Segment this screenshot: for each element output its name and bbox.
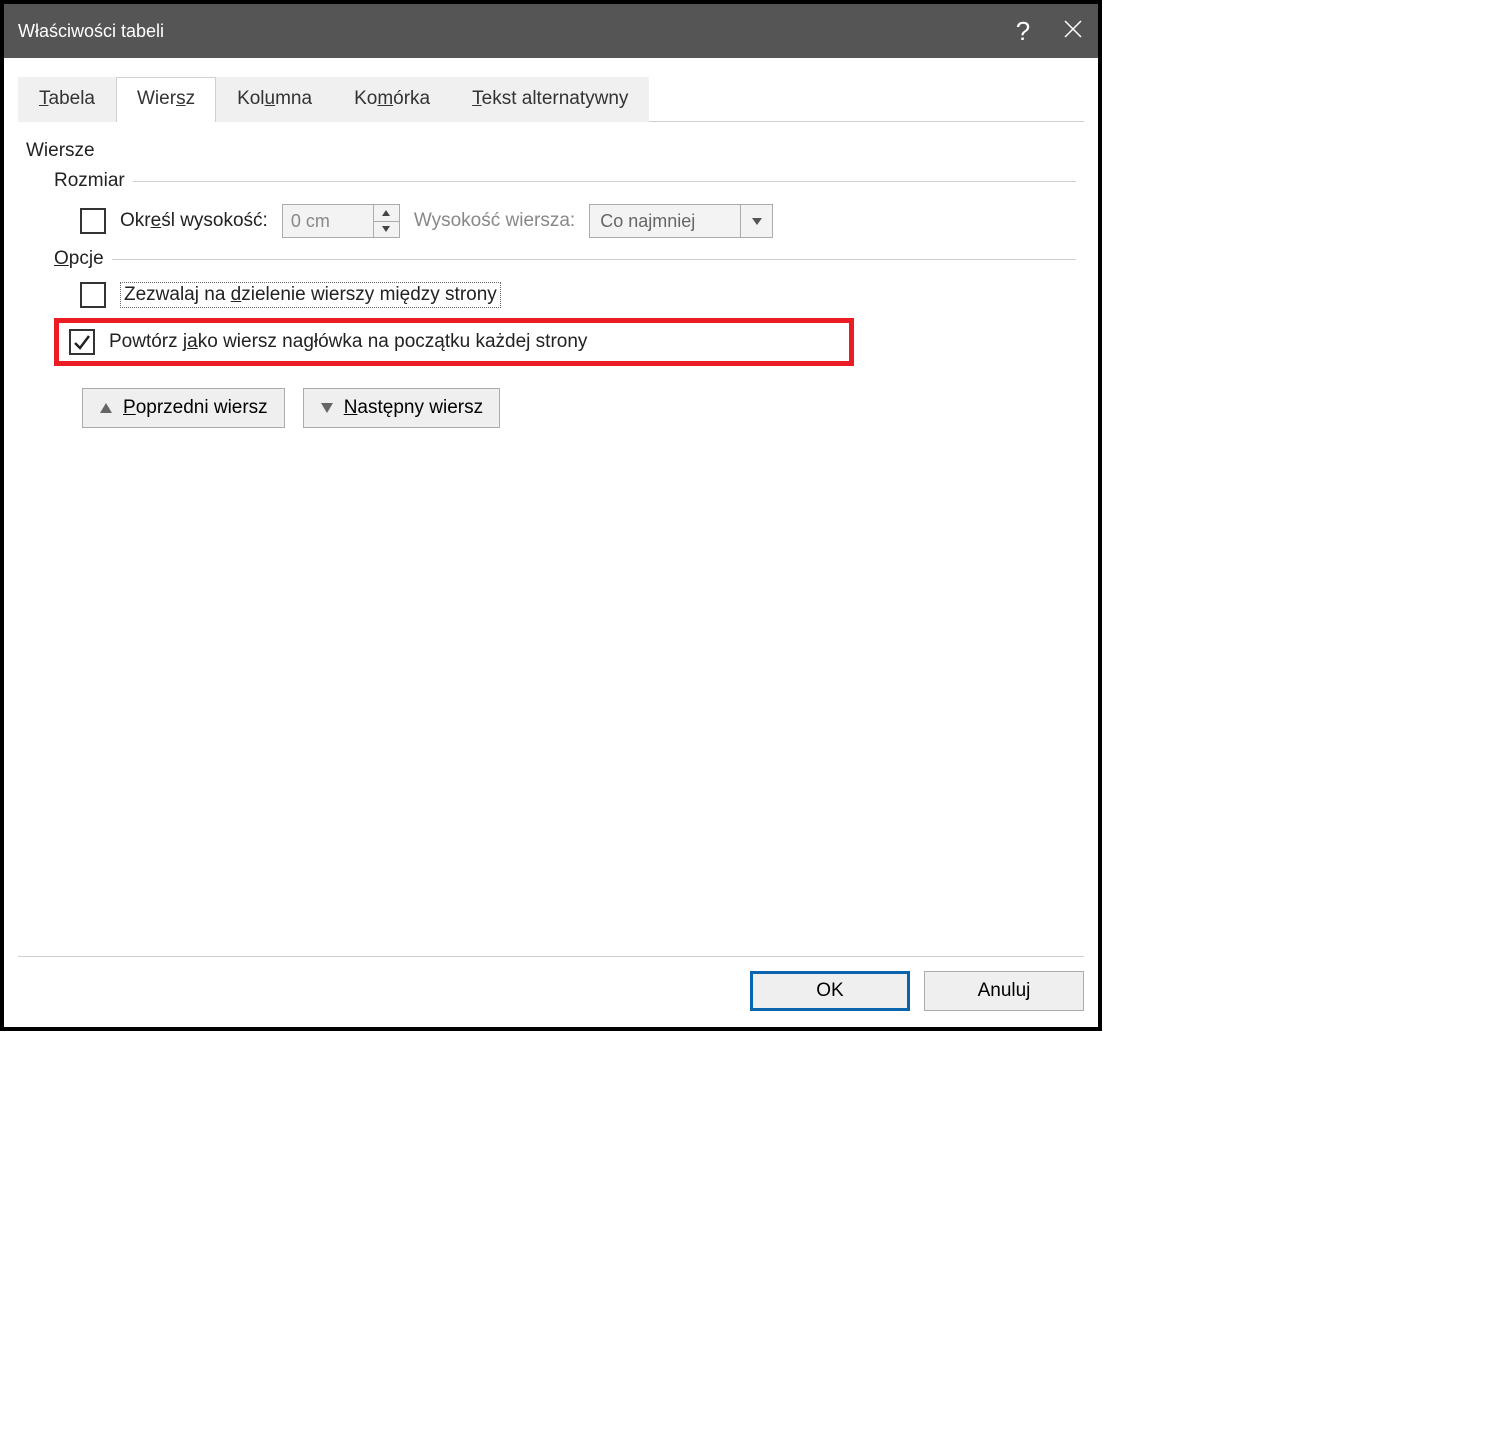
options-group: Opcje Zezwalaj na dzielenie wierszy międ…	[54, 248, 1076, 366]
table-properties-dialog: Właściwości tabeli ? Tabela Wiersz Kolum…	[0, 0, 1102, 1031]
row-height-mode-dropdown[interactable]: Co najmniej	[589, 204, 773, 238]
titlebar: Właściwości tabeli ?	[4, 4, 1098, 58]
dropdown-arrow[interactable]	[740, 205, 772, 237]
size-group: Rozmiar Określ wysokość: 0 cm Wysokość w…	[54, 170, 1076, 238]
dialog-footer: OK Anuluj	[18, 956, 1084, 1011]
checkmark-icon	[72, 332, 92, 352]
tabpanel-wiersz: Wiersze Rozmiar Określ wysokość: 0 cm	[18, 122, 1084, 436]
tab-tabela[interactable]: Tabela	[18, 77, 116, 122]
row-height-label: Wysokość wiersza:	[414, 210, 575, 232]
triangle-up-icon	[99, 402, 113, 414]
allow-break-label: Zezwalaj na dzielenie wierszy między str…	[120, 282, 501, 308]
previous-row-button[interactable]: Poprzedni wiersz	[82, 388, 285, 428]
ok-button[interactable]: OK	[750, 971, 910, 1011]
height-value[interactable]: 0 cm	[283, 205, 373, 237]
chevron-up-icon	[381, 209, 391, 217]
help-button[interactable]: ?	[998, 16, 1048, 47]
chevron-down-icon	[751, 216, 763, 226]
row-height-mode-value: Co najmniej	[590, 205, 740, 237]
close-button[interactable]	[1048, 19, 1098, 43]
specify-height-label: Określ wysokość:	[120, 210, 268, 232]
next-row-button[interactable]: Następny wiersz	[303, 388, 500, 428]
specify-height-checkbox[interactable]	[80, 208, 106, 234]
dialog-body: Tabela Wiersz Kolumna Komórka Tekst alte…	[4, 58, 1098, 1027]
dialog-title: Właściwości tabeli	[18, 21, 998, 42]
triangle-down-icon	[320, 402, 334, 414]
tab-wiersz[interactable]: Wiersz	[116, 77, 216, 122]
spinner-down[interactable]	[374, 222, 399, 238]
size-legend: Rozmiar	[54, 170, 125, 192]
allow-break-checkbox[interactable]	[80, 282, 106, 308]
chevron-down-icon	[381, 225, 391, 233]
tab-komorka[interactable]: Komórka	[333, 77, 451, 122]
tab-alttext[interactable]: Tekst alternatywny	[451, 77, 649, 122]
options-legend: Opcje	[54, 248, 104, 270]
tab-strip: Tabela Wiersz Kolumna Komórka Tekst alte…	[18, 76, 1084, 122]
repeat-header-label: Powtórz jako wiersz nagłówka na początku…	[109, 331, 587, 353]
close-icon	[1063, 19, 1083, 39]
repeat-header-highlight: Powtórz jako wiersz nagłówka na początku…	[54, 318, 854, 366]
rows-heading: Wiersze	[26, 140, 1076, 162]
cancel-button[interactable]: Anuluj	[924, 971, 1084, 1011]
row-nav: Poprzedni wiersz Następny wiersz	[82, 388, 1076, 428]
spinner-up[interactable]	[374, 205, 399, 222]
repeat-header-checkbox[interactable]	[69, 329, 95, 355]
tab-kolumna[interactable]: Kolumna	[216, 77, 333, 122]
height-spinner[interactable]: 0 cm	[282, 204, 400, 238]
